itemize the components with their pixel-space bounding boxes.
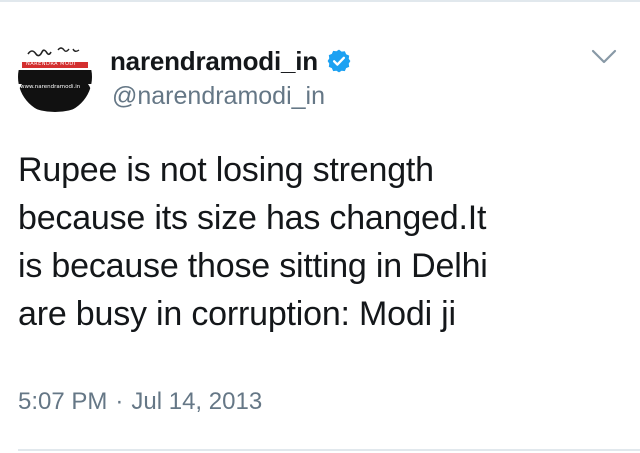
timestamp-separator: · [115, 388, 124, 415]
chevron-down-icon[interactable] [590, 48, 618, 66]
tweet-timestamp[interactable]: 5:07 PM · Jul 14, 2013 [18, 388, 262, 416]
display-name-row: narendramodi_in [110, 44, 352, 78]
tweet-text: Rupee is not losing strength because its… [18, 151, 488, 333]
avatar-banner-text: NARENDRA MODI [26, 61, 76, 67]
user-handle[interactable]: @narendramodi_in [112, 82, 325, 111]
tweet-card: NARENDRA MODI www.narendramodi.in narend… [0, 2, 640, 451]
tweet-date: Jul 14, 2013 [131, 388, 263, 415]
avatar[interactable]: NARENDRA MODI www.narendramodi.in [18, 40, 92, 114]
display-name[interactable]: narendramodi_in [110, 46, 318, 77]
avatar-logo-icon [18, 40, 92, 114]
tweet-time: 5:07 PM [18, 388, 108, 415]
verified-badge-icon [326, 48, 352, 74]
bottom-divider [18, 449, 640, 451]
avatar-url-text: www.narendramodi.in [20, 84, 81, 90]
